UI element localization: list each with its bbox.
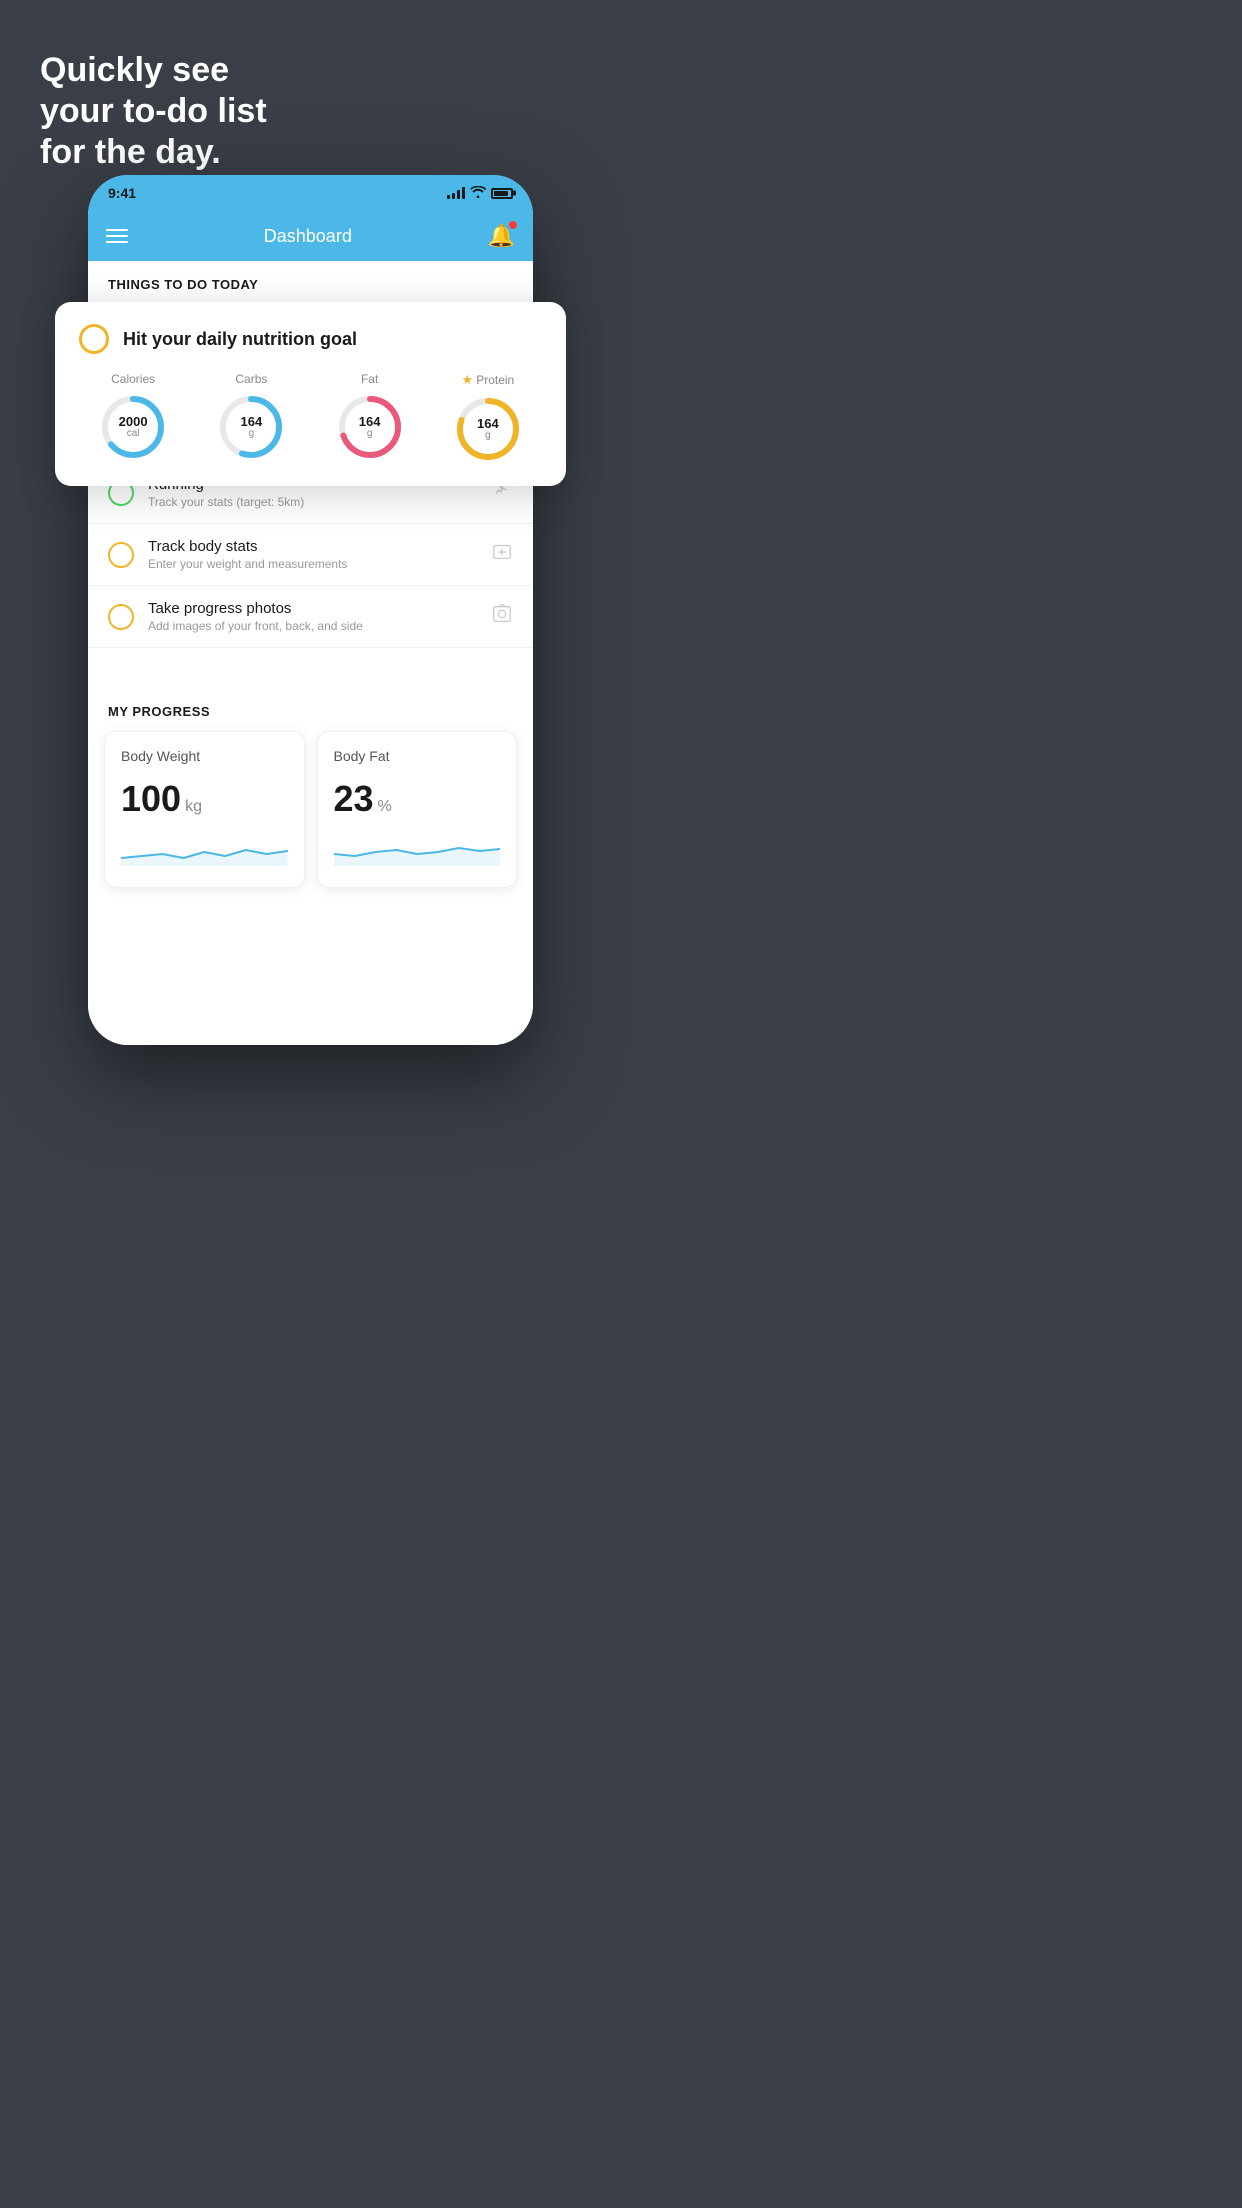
protein-value: 164: [477, 417, 499, 431]
carbs-unit: g: [241, 429, 263, 439]
card-header: Hit your daily nutrition goal: [79, 324, 542, 354]
carbs-value: 164: [241, 415, 263, 429]
todo-name-photos: Take progress photos: [148, 600, 477, 617]
body-fat-sparkline: [334, 836, 501, 866]
todo-circle-photos: [108, 604, 134, 630]
hamburger-menu[interactable]: [106, 229, 128, 243]
carbs-label: Carbs: [235, 372, 267, 386]
nutrition-carbs: Carbs 164 g: [216, 372, 286, 464]
scale-icon: [491, 541, 513, 569]
nav-title: Dashboard: [264, 226, 352, 247]
calories-unit: cal: [119, 429, 148, 439]
hero-text: Quickly see your to-do list for the day.: [40, 50, 267, 172]
body-fat-unit: %: [378, 798, 392, 816]
body-fat-card: Body Fat 23 %: [317, 731, 518, 888]
todo-sub-body-stats: Enter your weight and measurements: [148, 557, 477, 571]
calories-donut: 2000 cal: [98, 392, 168, 462]
protein-unit: g: [477, 431, 499, 441]
nav-bar: Dashboard 🔔: [88, 211, 533, 261]
body-fat-title: Body Fat: [334, 748, 501, 764]
body-weight-sparkline: [121, 836, 288, 866]
status-icons: [447, 186, 513, 201]
things-section-title: THINGS TO DO TODAY: [88, 261, 533, 302]
protein-donut: 164 g: [453, 394, 523, 464]
fat-unit: g: [359, 429, 381, 439]
card-title: Hit your daily nutrition goal: [123, 329, 357, 350]
todo-sub-running: Track your stats (target: 5km): [148, 495, 477, 509]
todo-sub-photos: Add images of your front, back, and side: [148, 619, 477, 633]
card-check-circle: [79, 324, 109, 354]
todo-name-body-stats: Track body stats: [148, 538, 477, 555]
nutrition-card: Hit your daily nutrition goal Calories 2…: [55, 302, 566, 486]
fat-label: Fat: [361, 372, 378, 386]
battery-icon: [491, 188, 513, 199]
body-weight-title: Body Weight: [121, 748, 288, 764]
calories-label: Calories: [111, 372, 155, 386]
todo-item-progress-photos[interactable]: Take progress photos Add images of your …: [88, 586, 533, 648]
nutrition-grid: Calories 2000 cal Carbs: [79, 372, 542, 464]
fat-value: 164: [359, 415, 381, 429]
todo-list: Running Track your stats (target: 5km) T…: [88, 462, 533, 648]
status-bar: 9:41: [88, 175, 533, 211]
nutrition-protein: ★ Protein 164 g: [453, 372, 523, 464]
body-weight-card: Body Weight 100 kg: [104, 731, 305, 888]
todo-circle-body-stats: [108, 542, 134, 568]
body-weight-value: 100 kg: [121, 778, 288, 820]
status-time: 9:41: [108, 185, 136, 201]
body-fat-number: 23: [334, 778, 374, 820]
body-fat-value: 23 %: [334, 778, 501, 820]
progress-section: MY PROGRESS Body Weight 100 kg Body Fat: [88, 678, 533, 908]
nutrition-fat: Fat 164 g: [335, 372, 405, 464]
calories-value: 2000: [119, 415, 148, 429]
fat-donut: 164 g: [335, 392, 405, 462]
signal-icon: [447, 187, 465, 199]
protein-label: ★ Protein: [462, 372, 515, 388]
star-icon: ★: [462, 372, 474, 388]
todo-item-body-stats[interactable]: Track body stats Enter your weight and m…: [88, 524, 533, 586]
body-weight-unit: kg: [185, 798, 202, 816]
photo-icon: [491, 603, 513, 631]
notification-bell[interactable]: 🔔: [488, 223, 515, 249]
carbs-donut: 164 g: [216, 392, 286, 462]
progress-section-title: MY PROGRESS: [88, 688, 533, 731]
nutrition-calories: Calories 2000 cal: [98, 372, 168, 464]
notification-dot: [509, 221, 517, 229]
progress-cards: Body Weight 100 kg Body Fat 23 %: [88, 731, 533, 908]
wifi-icon: [470, 186, 486, 201]
body-weight-number: 100: [121, 778, 181, 820]
